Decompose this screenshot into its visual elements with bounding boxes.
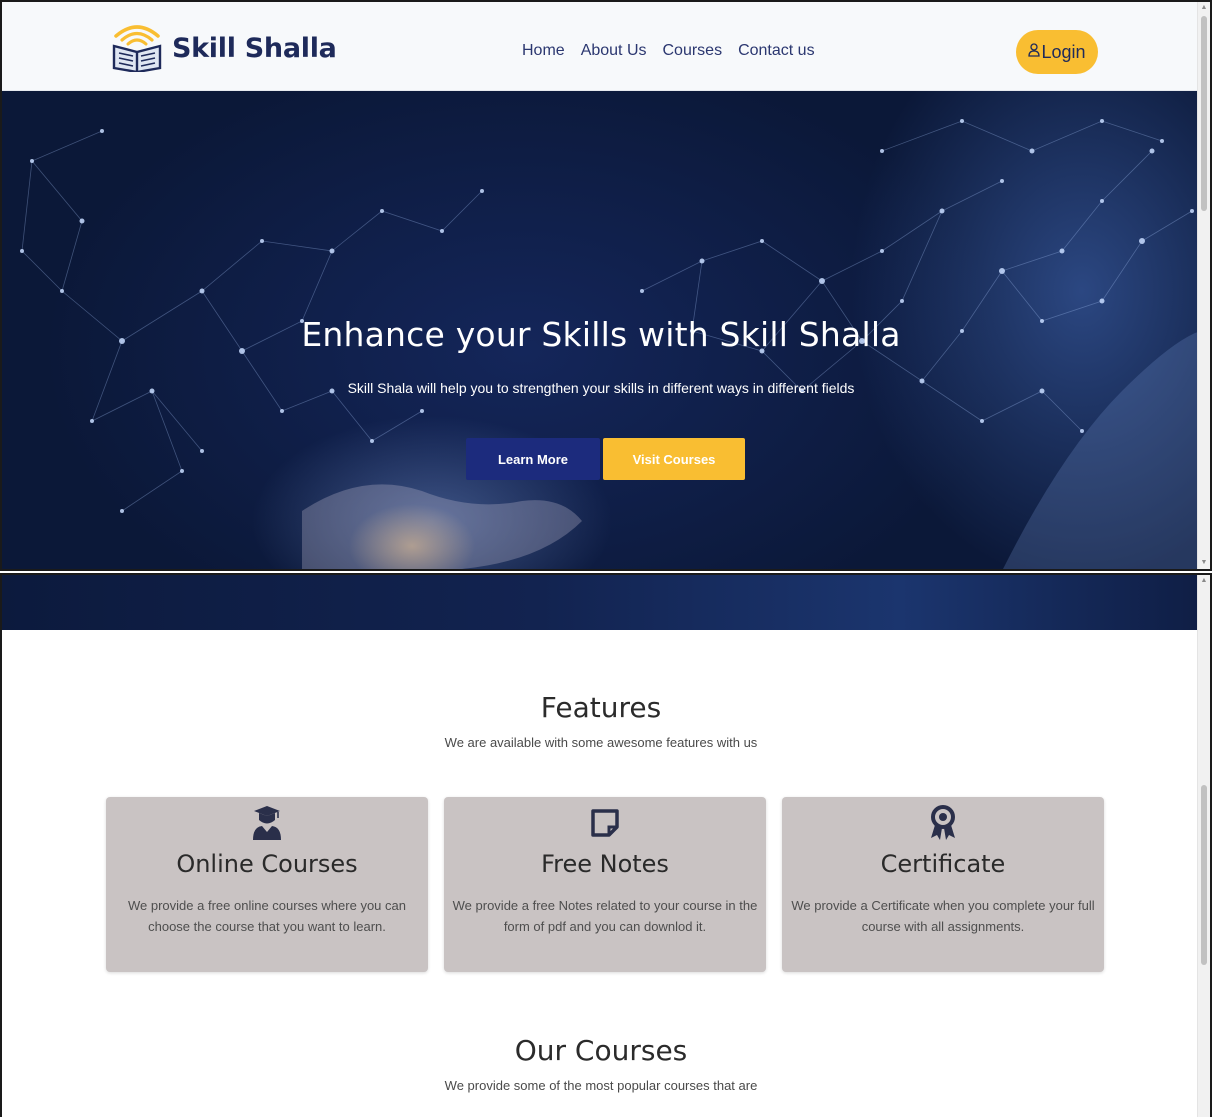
features-title: Features [540, 691, 662, 724]
user-icon [1028, 43, 1041, 61]
nav-courses[interactable]: Courses [663, 42, 723, 60]
brand[interactable]: Skill Shalla [110, 22, 337, 74]
login-label: Login [1041, 41, 1086, 62]
card-title: Certificate [880, 850, 1006, 878]
feature-card-online-courses: Online Courses We provide a free online … [106, 797, 428, 972]
learn-more-button[interactable]: Learn More [466, 438, 600, 480]
scroll-up-arrow-icon[interactable]: ▲ [1198, 575, 1210, 587]
our-courses-title: Our Courses [514, 1034, 688, 1067]
graduate-icon [106, 805, 428, 841]
features-subtitle: We are available with some awesome featu… [444, 735, 758, 750]
book-wifi-logo-icon [110, 20, 164, 77]
scroll-down-arrow-icon[interactable]: ▼ [1198, 557, 1210, 569]
brand-name: Skill Shalla [172, 32, 337, 64]
scrollbar-top[interactable]: ▲ ▼ [1197, 2, 1210, 569]
nav-home[interactable]: Home [522, 42, 565, 60]
feature-card-free-notes: Free Notes We provide a free Notes relat… [444, 797, 766, 972]
nav-links: Home About Us Courses Contact us [522, 42, 815, 60]
browser-screenshot-bottom: Features We are available with some awes… [0, 573, 1212, 1117]
hero-section: Enhance your Skills with Skill Shalla Sk… [2, 91, 1200, 569]
scroll-up-arrow-icon[interactable]: ▲ [1198, 2, 1210, 14]
visit-courses-button[interactable]: Visit Courses [603, 438, 745, 480]
feature-card-certificate: Certificate We provide a Certificate whe… [782, 797, 1104, 972]
card-text: We provide a free Notes related to your … [452, 898, 758, 934]
hero-title: Enhance your Skills with Skill Shalla [301, 315, 901, 354]
browser-screenshot-top: Skill Shalla Home About Us Courses Conta… [0, 0, 1212, 571]
card-text: We provide a Certificate when you comple… [791, 898, 1095, 934]
hero-section-bottom [2, 575, 1200, 630]
nav-about-us[interactable]: About Us [581, 42, 647, 60]
award-icon [782, 805, 1104, 841]
note-icon [444, 805, 766, 841]
our-courses-subtitle: We provide some of the most popular cour… [444, 1078, 758, 1093]
navbar: Skill Shalla Home About Us Courses Conta… [2, 2, 1200, 91]
card-title: Online Courses [176, 850, 358, 878]
card-text: We provide a free online courses where y… [128, 898, 406, 934]
card-title: Free Notes [541, 850, 669, 878]
scrollbar-thumb[interactable] [1201, 785, 1207, 965]
hero-subtitle: Skill Shala will help you to strengthen … [347, 380, 855, 396]
scrollbar-bottom[interactable]: ▲ [1197, 575, 1210, 1117]
login-button[interactable]: Login [1016, 30, 1098, 74]
scrollbar-thumb[interactable] [1201, 16, 1207, 211]
nav-contact-us[interactable]: Contact us [738, 42, 814, 60]
